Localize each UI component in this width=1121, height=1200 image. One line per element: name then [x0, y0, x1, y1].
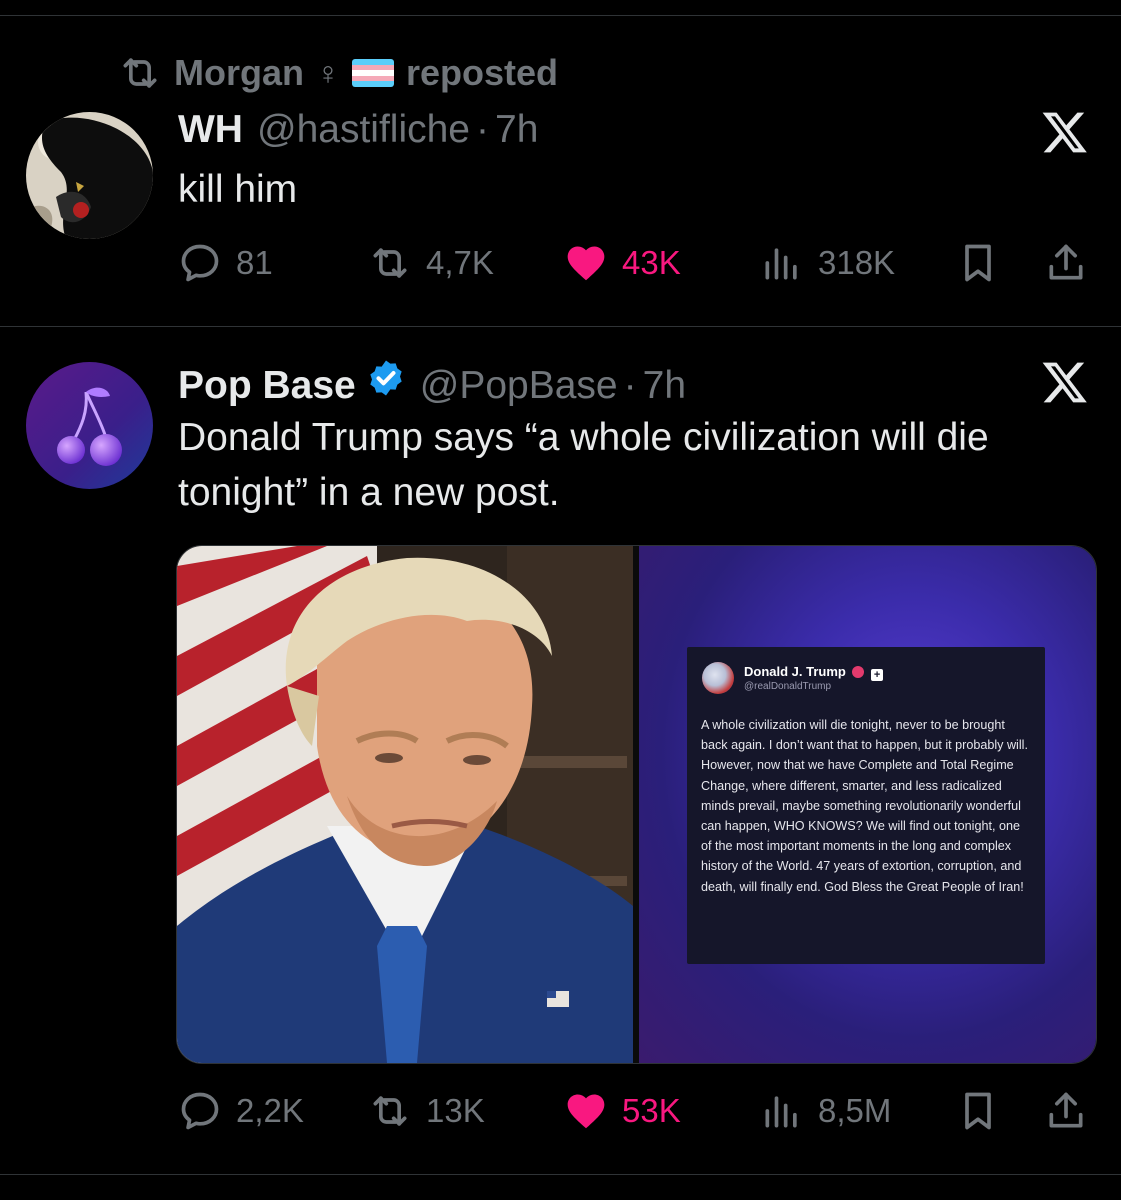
separator-dot: ·: [623, 364, 637, 407]
tweet-header: Pop Base @PopBase · 7h: [178, 358, 686, 408]
reply-count: 2,2K: [236, 1092, 304, 1129]
quoted-display-name: Donald J. Trump: [744, 664, 846, 679]
tweet-2[interactable]: Pop Base @PopBase · 7h Donald Trump says…: [0, 0, 1121, 1174]
action-bar: 2,2K 13K 53K 8,5M: [178, 1086, 1098, 1136]
repost-button[interactable]: 13K: [368, 1086, 485, 1136]
timestamp[interactable]: 7h: [643, 364, 686, 408]
quoted-avatar: [702, 662, 734, 694]
quoted-name-row: Donald J. Trump +: [744, 664, 884, 681]
bookmark-button[interactable]: [956, 1086, 1000, 1136]
reply-button[interactable]: 2,2K: [178, 1086, 304, 1136]
quoted-post-header: Donald J. Trump + @realDonaldTrump: [702, 662, 884, 694]
views-count: 8,5M: [818, 1092, 892, 1129]
quoted-plus-icon: +: [871, 669, 884, 681]
repost-icon: [373, 1096, 407, 1126]
reply-icon: [181, 1092, 219, 1130]
quoted-handle: @realDonaldTrump: [744, 681, 832, 692]
portrait-photo[interactable]: [177, 546, 633, 1063]
like-count: 53K: [622, 1092, 681, 1129]
quoted-post-card: Donald J. Trump + @realDonaldTrump A who…: [687, 647, 1045, 964]
media-attachment[interactable]: Donald J. Trump + @realDonaldTrump A who…: [176, 545, 1097, 1064]
bottom-divider: [0, 1174, 1121, 1175]
views-icon: [765, 1096, 797, 1128]
share-button[interactable]: [1044, 1086, 1088, 1136]
post-screenshot-image[interactable]: Donald J. Trump + @realDonaldTrump A who…: [639, 546, 1096, 1063]
views-button[interactable]: 8,5M: [760, 1086, 891, 1136]
display-name[interactable]: Pop Base: [178, 364, 356, 408]
tweet-text: Donald Trump says “a whole civilization …: [178, 416, 989, 514]
like-button[interactable]: 53K: [564, 1086, 681, 1136]
repost-count: 13K: [426, 1092, 485, 1129]
avatar[interactable]: [26, 362, 153, 489]
quoted-badge-icon: [852, 666, 865, 678]
bookmark-icon: [965, 1092, 991, 1130]
user-handle[interactable]: @PopBase: [420, 364, 618, 408]
share-icon: [1049, 1092, 1083, 1128]
like-icon: [567, 1094, 605, 1129]
verified-badge-icon: [370, 360, 402, 396]
x-logo-icon[interactable]: [1041, 358, 1089, 406]
quoted-post-text: A whole civilization will die tonight, n…: [701, 718, 1028, 894]
